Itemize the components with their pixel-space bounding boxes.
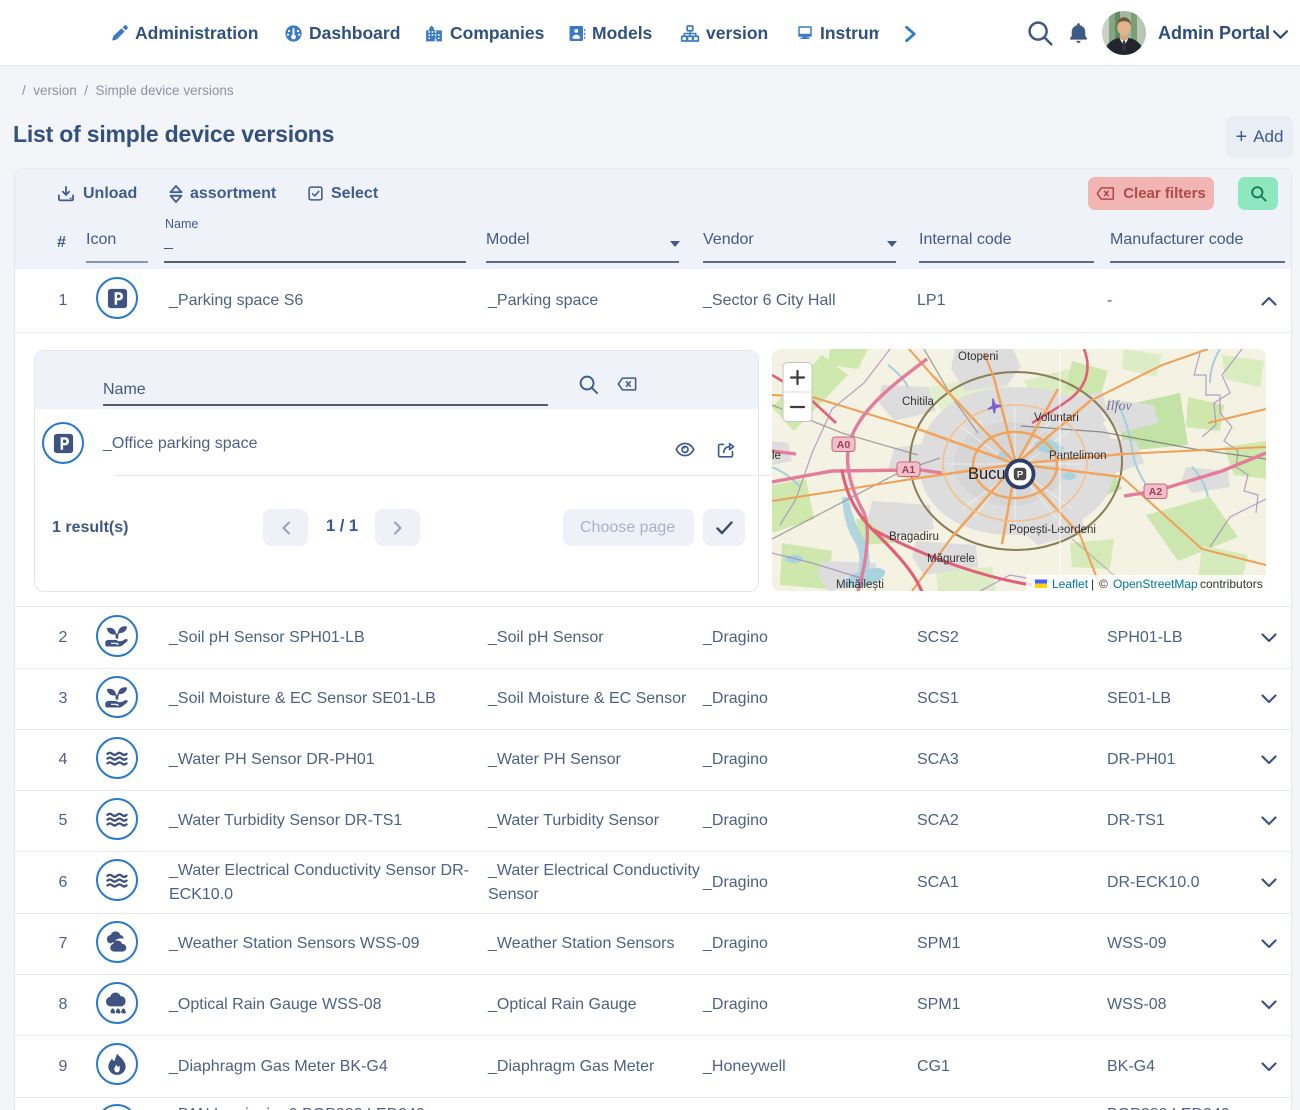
svg-text:Pantelimon: Pantelimon: [1049, 450, 1107, 462]
svg-text:le: le: [772, 450, 781, 462]
svg-text:Chitila: Chitila: [902, 396, 935, 408]
svg-text:Voluntari: Voluntari: [1034, 412, 1079, 424]
svg-text:P: P: [1017, 470, 1024, 481]
svg-text:A1: A1: [902, 464, 916, 476]
svg-text:Bucu: Bucu: [968, 465, 1006, 483]
svg-text:A2: A2: [1149, 486, 1163, 498]
svg-text:Popești-Leordeni: Popești-Leordeni: [1009, 524, 1096, 536]
svg-text:Mihăilești: Mihăilești: [836, 579, 884, 591]
svg-text:contributors: contributors: [1200, 577, 1263, 591]
svg-text:|: |: [1091, 577, 1094, 591]
svg-text:Bragadiru: Bragadiru: [889, 531, 939, 543]
svg-text:A0: A0: [837, 439, 851, 451]
svg-text:Ilfov: Ilfov: [1105, 399, 1132, 414]
svg-text:Leaflet: Leaflet: [1052, 577, 1089, 591]
svg-text:©: ©: [1099, 577, 1108, 591]
svg-text:Otopeni: Otopeni: [958, 351, 998, 363]
svg-text:Măgurele: Măgurele: [927, 553, 975, 565]
svg-text:OpenStreetMap: OpenStreetMap: [1113, 577, 1198, 591]
